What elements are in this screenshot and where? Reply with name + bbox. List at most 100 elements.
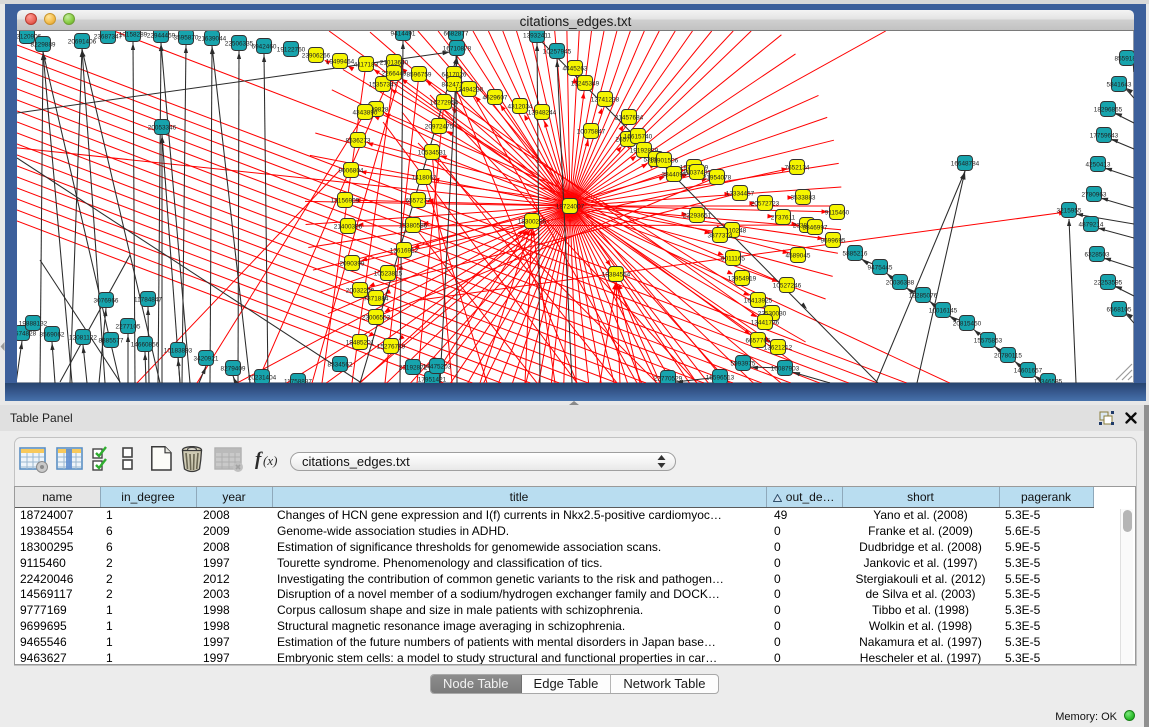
svg-text:8596759: 8596759 [407,71,432,78]
svg-text:8279409: 8279409 [221,365,246,372]
svg-text:6557277: 6557277 [406,197,431,204]
svg-text:20231404: 20231404 [248,374,277,381]
svg-text:16615740: 16615740 [624,133,653,140]
svg-text:7652134: 7652134 [785,164,810,171]
svg-text:18156909: 18156909 [331,197,360,204]
svg-text:17759643: 17759643 [1090,132,1119,139]
svg-text:22253595: 22253595 [1094,279,1123,286]
svg-text:16710878: 16710878 [443,45,472,52]
svg-text:13954919: 13954919 [728,275,757,282]
svg-text:20036388: 20036388 [886,279,915,286]
svg-text:6568105: 6568105 [1107,306,1132,313]
svg-text:4117183: 4117183 [354,61,379,68]
svg-text:8846997: 8846997 [803,224,828,231]
svg-text:23006503: 23006503 [362,314,391,321]
svg-text:8885577: 8885577 [99,337,124,344]
svg-text:13441736: 13441736 [751,319,780,326]
svg-text:3420921: 3420921 [194,355,219,362]
svg-text:10158289: 10158289 [119,31,148,38]
svg-text:18724007: 18724007 [556,203,585,210]
svg-text:18300295: 18300295 [518,218,547,225]
svg-text:13932411: 13932411 [523,32,551,39]
svg-text:3877374: 3877374 [708,232,733,239]
svg-text:13245349: 13245349 [571,80,600,87]
svg-text:9699695: 9699695 [821,237,846,244]
svg-text:13948244: 13948244 [528,109,557,116]
svg-text:20053346: 20053346 [148,124,177,131]
svg-text:20572723: 20572723 [751,200,780,207]
svg-text:20815450: 20815450 [953,320,982,327]
svg-text:21954078: 21954078 [703,174,732,181]
svg-text:19485201: 19485201 [346,339,375,346]
svg-text:22293651: 22293651 [683,212,712,219]
svg-text:21457684: 21457684 [615,114,644,121]
svg-text:19888132: 19888132 [19,320,48,327]
svg-text:f: f [255,449,263,470]
svg-text:13901506: 13901506 [650,157,679,164]
svg-text:3215955: 3215955 [1057,207,1082,214]
svg-text:8536273: 8536273 [346,137,371,144]
svg-text:22506335: 22506335 [225,40,254,47]
svg-text:6942460: 6942460 [252,43,277,50]
svg-text:16596513: 16596513 [706,374,735,381]
svg-text:6328503: 6328503 [1085,251,1110,258]
svg-text:9115460: 9115460 [825,209,850,216]
svg-text:10016145: 10016145 [929,307,958,314]
svg-text:10257945: 10257945 [543,48,572,55]
svg-text:10534531: 10534531 [418,149,447,156]
svg-text:10527246: 10527246 [773,282,802,289]
svg-text:10075847: 10075847 [577,128,606,135]
svg-text:10087903: 10087903 [771,365,800,372]
svg-text:13334457: 13334457 [726,190,755,197]
svg-text:5993975: 5993975 [731,360,756,367]
svg-text:16648784: 16648784 [951,160,980,167]
svg-text:13346585: 13346585 [1034,378,1063,383]
svg-text:19499464: 19499464 [326,58,355,65]
svg-text:22770529: 22770529 [654,375,683,382]
svg-text:6682877: 6682877 [444,31,469,37]
svg-text:9006804: 9006804 [339,167,364,174]
svg-text:2266449: 2266449 [382,70,407,77]
svg-text:12616912: 12616912 [390,247,419,254]
svg-text:4343890: 4343890 [353,109,378,116]
svg-text:9414491: 9414491 [391,31,416,37]
svg-text:8559183: 8559183 [1115,55,1134,62]
svg-text:11758837: 11758837 [284,378,312,383]
svg-text:12741238: 12741238 [591,96,620,103]
svg-text:2737611: 2737611 [771,214,796,221]
svg-text:20691406: 20691406 [68,38,97,45]
svg-text:3533883: 3533883 [791,194,816,201]
svg-text:8569062: 8569062 [40,331,65,338]
svg-text:22944459: 22944459 [147,32,176,39]
svg-text:1418062: 1418062 [412,174,437,181]
svg-text:4589045: 4589045 [786,252,811,259]
svg-text:5885216: 5885216 [843,250,868,257]
svg-text:3076966: 3076966 [94,297,119,304]
svg-text:4445263: 4445263 [563,65,588,72]
svg-text:2277105: 2277105 [116,323,141,330]
svg-text:9011165: 9011165 [721,255,745,262]
svg-text:6657765: 6657765 [746,337,771,344]
svg-text:14475203: 14475203 [423,363,452,370]
svg-text:15380586: 15380586 [399,222,428,229]
svg-text:13621212: 13621212 [764,344,793,351]
svg-text:21400396: 21400396 [334,223,363,230]
svg-text:15575853: 15575853 [974,337,1003,344]
svg-text:22674828: 22674828 [17,330,37,337]
svg-text:16272954: 16272954 [430,99,459,106]
svg-text:8334562: 8334562 [328,361,353,368]
svg-text:14660856: 14660856 [131,341,160,348]
svg-text:7871884: 7871884 [364,295,389,302]
svg-text:11784847: 11784847 [134,296,162,303]
svg-text:4629607: 4629607 [483,94,508,101]
svg-text:16413925: 16413925 [744,297,773,304]
svg-text:12494238: 12494238 [455,86,484,93]
svg-text:19384554: 19384554 [602,271,631,278]
svg-text:8229889: 8229889 [31,41,56,48]
svg-text:10523815: 10523815 [374,270,403,277]
svg-text:4250413: 4250413 [1086,161,1111,168]
svg-text:19285076: 19285076 [909,292,938,299]
svg-text:2780963: 2780963 [1082,191,1107,198]
svg-text:14601657: 14601657 [1014,367,1043,374]
svg-text:2090399: 2090399 [340,260,365,267]
